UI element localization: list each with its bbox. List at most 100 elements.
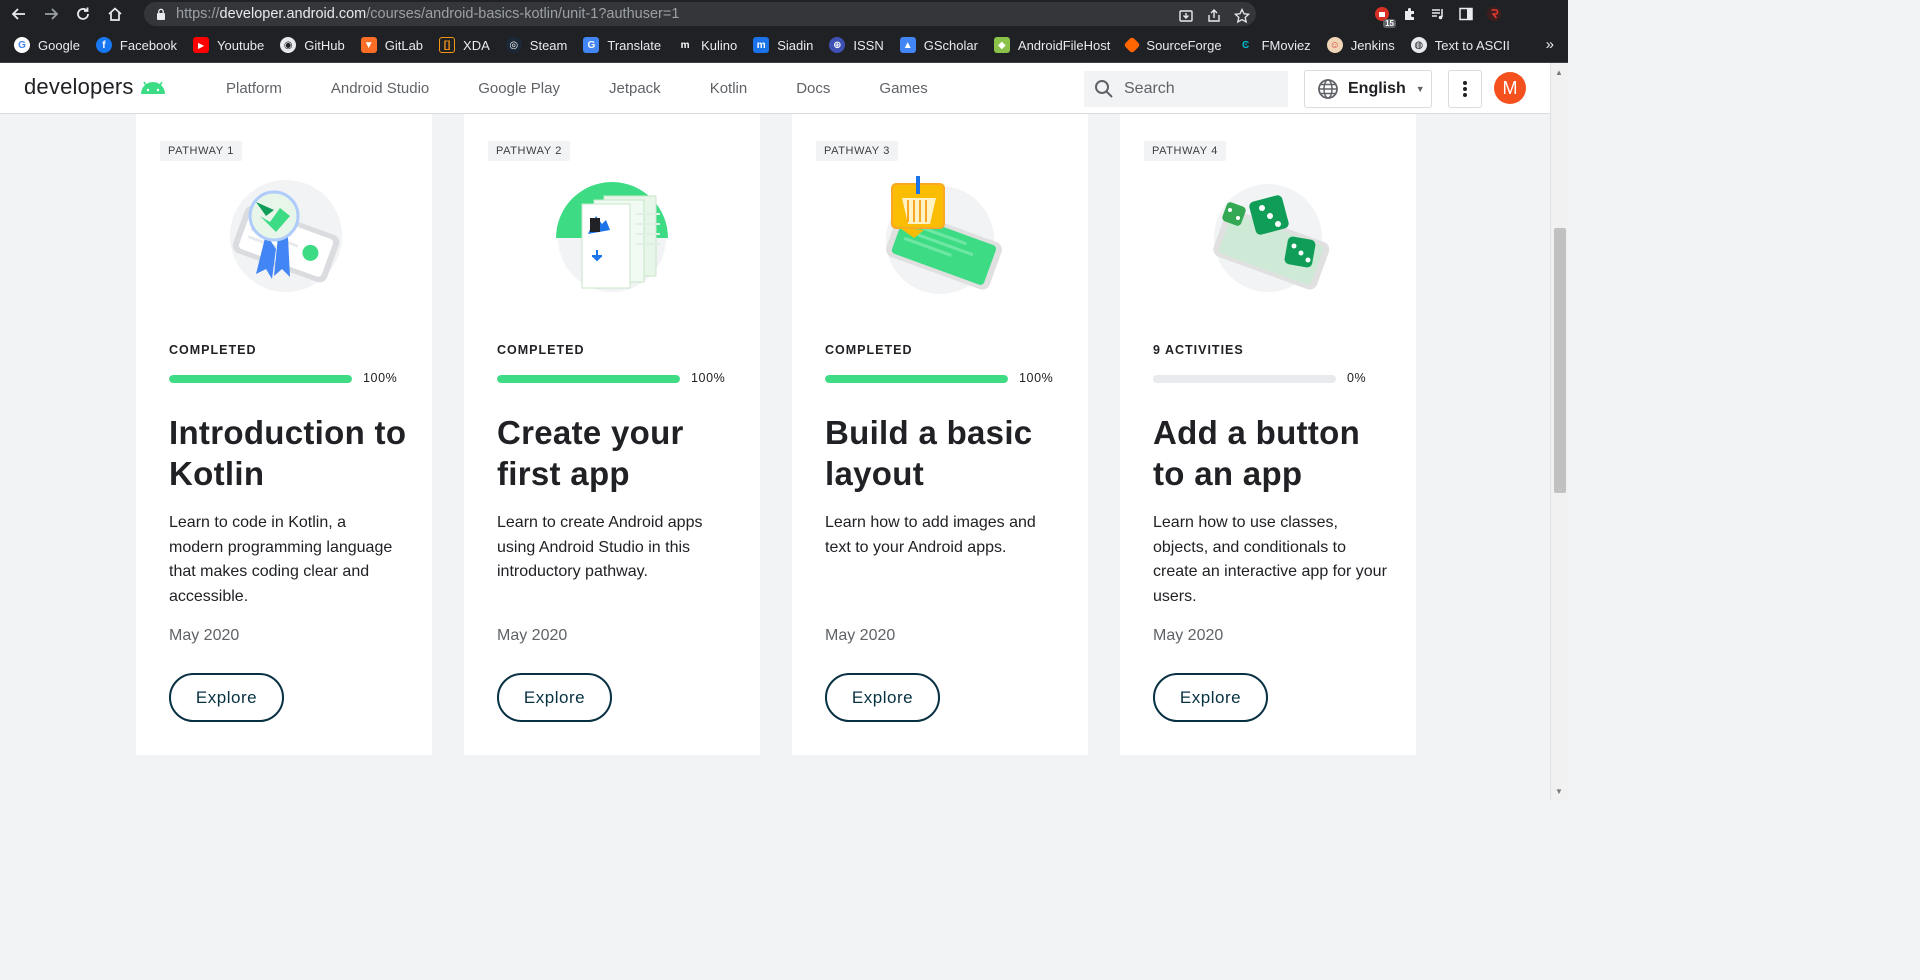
language-selector[interactable]: English ▼ (1304, 70, 1432, 108)
more-options-button[interactable] (1448, 70, 1482, 108)
home-icon (108, 7, 122, 21)
search-box[interactable] (1084, 71, 1288, 107)
gitlab-icon: ▼ (360, 37, 377, 53)
bookmark-text-to-ascii[interactable]: ◍ Text to ASCII (1410, 37, 1510, 53)
nav-jetpack[interactable]: Jetpack (609, 80, 661, 97)
status-label: COMPLETED (825, 343, 913, 357)
bookmark-steam[interactable]: ◎ Steam (505, 37, 567, 53)
forward-button[interactable] (38, 1, 64, 27)
pathway-title: Build a basic layout (825, 414, 1033, 492)
share-button[interactable] (1200, 4, 1228, 28)
arrow-left-icon (11, 8, 25, 20)
dice-illustration (1210, 180, 1330, 296)
extension-red-button[interactable]: 15 (1368, 2, 1396, 28)
bookmarks-overflow-button[interactable]: » (1546, 36, 1554, 53)
bookmark-xda[interactable]: [] XDA (439, 37, 490, 53)
pathway-card-1: PATHWAY 1 COMPLETED 100% Introduction to… (136, 114, 432, 755)
explore-button[interactable]: Explore (1153, 673, 1268, 722)
nav-games[interactable]: Games (879, 80, 927, 97)
pathway-date: May 2020 (169, 627, 240, 644)
page-scrollbar[interactable]: ▲ ▼ (1550, 63, 1568, 800)
bookmark-star-button[interactable] (1228, 4, 1256, 28)
bookmark-gscholar[interactable]: ▲ GScholar (899, 37, 978, 53)
issn-icon: ⊕ (829, 37, 846, 53)
nav-google-play[interactable]: Google Play (478, 80, 560, 97)
steam-icon: ◎ (505, 37, 522, 53)
scroll-down-arrow-icon[interactable]: ▼ (1555, 787, 1563, 796)
status-label: COMPLETED (169, 343, 257, 357)
explore-button[interactable]: Explore (497, 673, 612, 722)
scroll-up-arrow-icon[interactable]: ▲ (1555, 68, 1563, 77)
side-panel-button[interactable] (1452, 2, 1480, 26)
puzzle-icon (1405, 8, 1414, 20)
extensions-button[interactable] (1396, 2, 1424, 26)
bookmark-androidfilehost[interactable]: ◆ AndroidFileHost (993, 37, 1110, 53)
progress-percent: 100% (1019, 371, 1054, 385)
nav-docs[interactable]: Docs (796, 80, 830, 97)
fmoviez-icon: Ͼ (1241, 39, 1250, 51)
progress-percent: 100% (691, 371, 726, 385)
media-button[interactable] (1424, 2, 1452, 26)
nav-android-studio[interactable]: Android Studio (331, 80, 429, 97)
search-input[interactable] (1124, 80, 1274, 98)
explore-button[interactable]: Explore (825, 673, 940, 722)
bookmark-google[interactable]: G Google (14, 37, 80, 53)
pathway-description: Learn how to use classes, objects, and c… (1153, 514, 1387, 605)
nav-platform[interactable]: Platform (226, 80, 282, 97)
pathway-description: Learn how to add images and text to your… (825, 514, 1036, 556)
status-label: 9 ACTIVITIES (1153, 343, 1244, 357)
pathway-date: May 2020 (497, 627, 568, 644)
progress-fill (169, 375, 352, 383)
playlist-icon (1432, 9, 1443, 20)
bookmark-facebook[interactable]: f Facebook (95, 37, 177, 53)
android-logo-icon (140, 81, 165, 94)
pathway-date: May 2020 (1153, 627, 1224, 644)
main-nav: Platform Android Studio Google Play Jetp… (226, 63, 977, 114)
more-vert-icon (1463, 81, 1467, 97)
home-button[interactable] (102, 1, 128, 27)
install-app-button[interactable] (1172, 4, 1200, 28)
bookmark-sourceforge[interactable]: SourceForge (1123, 36, 1222, 54)
youtube-icon: ▶ (193, 37, 210, 53)
pathway-card-2: PATHWAY 2 COMPLETED 100% Create your fir… (464, 114, 760, 755)
basic-layout-illustration (882, 176, 1002, 298)
developers-logo[interactable]: developers (24, 74, 167, 100)
avatar[interactable]: M (1494, 72, 1526, 104)
arrow-right-icon (45, 8, 59, 20)
url-text: https://developer.android.com/courses/an… (176, 6, 680, 22)
bookmark-gitlab[interactable]: ▼ GitLab (360, 37, 423, 53)
address-bar[interactable]: https://developer.android.com/courses/an… (144, 2, 1256, 26)
kulino-icon: m (677, 37, 694, 53)
bookmark-youtube[interactable]: ▶ Youtube (193, 37, 264, 53)
profile-icon (1486, 6, 1502, 22)
progress-percent: 100% (363, 371, 398, 385)
bookmark-kulino[interactable]: m Kulino (677, 37, 737, 53)
bookmark-jenkins[interactable]: ☺ Jenkins (1326, 37, 1395, 53)
jenkins-icon: ☺ (1326, 37, 1343, 53)
reload-button[interactable] (70, 1, 96, 27)
pathway-card-3: PATHWAY 3 COMPLETED 100% Build a basic l… (792, 114, 1088, 755)
pathway-date: May 2020 (825, 627, 896, 644)
translate-icon: G (583, 37, 600, 53)
facebook-icon: f (95, 37, 112, 53)
github-icon: ◉ (280, 37, 297, 53)
profile-button[interactable] (1480, 2, 1508, 26)
siadin-icon: m (753, 37, 770, 53)
progress-percent: 0% (1347, 371, 1367, 385)
xda-icon: [] (439, 37, 456, 53)
bookmark-fmoviez[interactable]: Ͼ FMoviez (1238, 37, 1311, 53)
progress-bar (825, 375, 1008, 383)
bookmark-siadin[interactable]: m Siadin (753, 37, 813, 53)
progress-fill (497, 375, 680, 383)
pathway-description: Learn to code in Kotlin, a modern progra… (169, 514, 393, 605)
explore-button[interactable]: Explore (169, 673, 284, 722)
nav-kotlin[interactable]: Kotlin (710, 80, 748, 97)
pathway-title: Introduction to Kotlin (169, 414, 407, 492)
progress-bar (1153, 375, 1336, 383)
back-button[interactable] (6, 1, 32, 27)
bookmark-issn[interactable]: ⊕ ISSN (829, 37, 884, 53)
bookmark-translate[interactable]: G Translate (583, 37, 661, 53)
site-header: developers Platform Android Studio Googl… (0, 63, 1550, 114)
scroll-thumb[interactable] (1554, 228, 1566, 493)
bookmark-github[interactable]: ◉ GitHub (280, 37, 345, 53)
